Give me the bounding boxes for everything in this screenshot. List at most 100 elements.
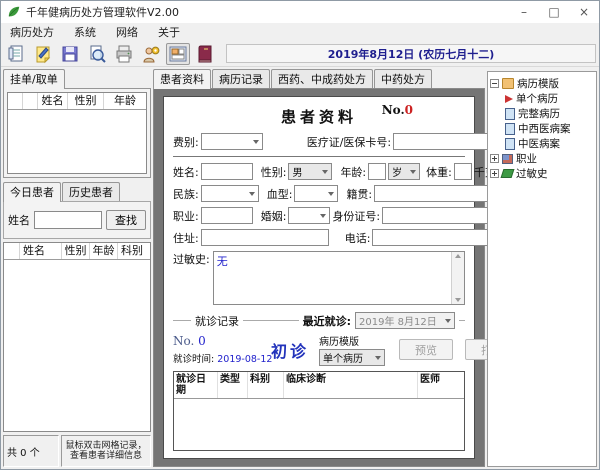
gender-label: 性别: xyxy=(261,164,287,180)
maximize-button[interactable]: □ xyxy=(539,1,569,23)
template-select[interactable]: 单个病历 xyxy=(319,349,385,366)
tree-item-allergy-history[interactable]: 过敏史 xyxy=(490,166,594,181)
tree-item-single-record[interactable]: 单个病历 xyxy=(490,91,594,106)
tree-item-tcm-case[interactable]: 中医病案 xyxy=(490,136,594,151)
minimize-button[interactable]: – xyxy=(509,1,539,23)
pending-col-name[interactable]: 姓名 xyxy=(38,93,68,109)
blood-label: 血型: xyxy=(267,186,293,202)
pen-icon xyxy=(501,169,515,178)
print-icon[interactable] xyxy=(112,43,136,65)
toolbar: 2019年8月12日 (农历七月十二) xyxy=(1,41,599,67)
allergy-textarea[interactable]: 无 xyxy=(213,251,465,305)
document-icon xyxy=(505,138,515,150)
pending-grid-body[interactable] xyxy=(8,110,146,173)
age-input[interactable] xyxy=(368,163,386,180)
pending-tabstrip: 挂单/取单 xyxy=(3,69,151,88)
center-panel: 患者资料 病历记录 西药、中成药处方 中药处方 患者资料 No.0 费别: 医疗… xyxy=(153,69,485,467)
allergy-value: 无 xyxy=(217,255,228,268)
visit-type-badge: 初诊 xyxy=(271,338,309,362)
ethnic-select[interactable] xyxy=(201,185,259,202)
scroll-down-icon[interactable] xyxy=(455,298,461,302)
marriage-select[interactable] xyxy=(288,207,330,224)
patient-tabstrip: 今日患者 历史患者 xyxy=(3,182,151,201)
titlebar: 千年健病历处方管理软件V2.00 – □ × xyxy=(1,1,599,23)
age-unit-select[interactable]: 岁 xyxy=(388,163,420,180)
visit-col-dept[interactable]: 科别 xyxy=(248,372,284,398)
user-settings-icon[interactable] xyxy=(139,43,163,65)
tab-patient-info[interactable]: 患者资料 xyxy=(153,69,211,89)
row-job-marriage-id: 职业: 婚姻: 身份证号: xyxy=(173,207,465,224)
today-col-gender[interactable]: 性别 xyxy=(62,243,90,259)
menu-medical-prescription[interactable]: 病历处方 xyxy=(10,24,54,40)
preview-icon[interactable] xyxy=(85,43,109,65)
visit-table-body[interactable] xyxy=(174,399,464,450)
today-col-name[interactable]: 姓名 xyxy=(20,243,62,259)
tab-today-patients[interactable]: 今日患者 xyxy=(3,182,61,202)
allergy-scrollbar[interactable] xyxy=(451,252,464,304)
recent-visit-label: 最近就诊: xyxy=(303,313,351,329)
visit-col-date[interactable]: 就诊日期 xyxy=(174,372,218,398)
tab-medical-records[interactable]: 病历记录 xyxy=(212,69,270,88)
tab-pending-orders[interactable]: 挂单/取单 xyxy=(3,69,65,89)
job-input[interactable] xyxy=(201,207,253,224)
patient-search-bar: 姓名 查找 xyxy=(3,201,151,239)
visit-info-block: No. 0 就诊时间: 2019-08-12 初诊 病历模版 单个病历 预览 打… xyxy=(173,333,465,366)
tree-item-template-root[interactable]: 病历模版 xyxy=(490,76,594,91)
tab-western-prescription[interactable]: 西药、中成药处方 xyxy=(271,69,373,88)
patient-count: 共 0 个 xyxy=(3,435,59,467)
pending-panel: 姓名 性别 年龄 xyxy=(3,88,151,178)
menu-system[interactable]: 系统 xyxy=(74,24,96,40)
scroll-up-icon[interactable] xyxy=(455,254,461,258)
row-fee-insurance: 费别: 医疗证/医保卡号: xyxy=(173,133,465,150)
today-grid-body[interactable] xyxy=(4,260,150,431)
book-icon[interactable] xyxy=(193,43,217,65)
tree-item-complete-record[interactable]: 完整病历 xyxy=(490,106,594,121)
search-name-input[interactable] xyxy=(34,211,102,229)
form-title: 患者资料 xyxy=(281,108,357,126)
menu-network[interactable]: 网络 xyxy=(116,24,138,40)
pending-col-gender[interactable]: 性别 xyxy=(68,93,104,109)
center-tabstrip: 患者资料 病历记录 西药、中成药处方 中药处方 xyxy=(153,69,485,88)
right-panel: 病历模版 单个病历 完整病历 中西医病案 xyxy=(487,69,597,467)
search-name-label: 姓名 xyxy=(8,212,30,228)
tree-item-integrated-case[interactable]: 中西医病案 xyxy=(490,121,594,136)
recent-visit-select[interactable]: 2019年 8月12日 xyxy=(355,312,455,329)
layout-panels-icon[interactable] xyxy=(166,43,190,65)
allergy-label: 过敏史: xyxy=(173,251,210,267)
search-button[interactable]: 查找 xyxy=(106,210,146,230)
gender-select[interactable]: 男 xyxy=(288,163,332,180)
form-title-row: 患者资料 No.0 xyxy=(173,102,465,133)
save-icon[interactable] xyxy=(58,43,82,65)
template-selector: 病历模版 单个病历 xyxy=(319,333,385,366)
visit-col-type[interactable]: 类型 xyxy=(218,372,248,398)
new-document-icon[interactable] xyxy=(4,43,28,65)
date-banner: 2019年8月12日 (农历七月十二) xyxy=(226,44,596,63)
visit-col-diagnosis[interactable]: 临床诊断 xyxy=(284,372,418,398)
preview-button[interactable]: 预览 xyxy=(399,339,453,360)
app-window: 千年健病历处方管理软件V2.00 – □ × 病历处方 系统 网络 关于 xyxy=(0,0,600,470)
tab-history-patients[interactable]: 历史患者 xyxy=(62,182,120,201)
weight-input[interactable] xyxy=(454,163,472,180)
tree-item-occupation[interactable]: 职业 xyxy=(490,151,594,166)
edit-note-icon[interactable] xyxy=(31,43,55,65)
expand-icon[interactable] xyxy=(490,154,499,163)
collapse-icon[interactable] xyxy=(490,79,499,88)
tab-chinese-prescription[interactable]: 中药处方 xyxy=(374,69,432,88)
pending-col-age[interactable]: 年龄 xyxy=(104,93,146,109)
address-input[interactable] xyxy=(201,229,329,246)
template-label: 病历模版 xyxy=(319,333,385,348)
visit-col-doctor[interactable]: 医师 xyxy=(418,372,464,398)
row-name-gender-age-weight: 姓名: 性别: 男 年龄: 岁 体重: 千克 xyxy=(173,163,465,180)
today-grid: 姓名 性别 年龄 科别 xyxy=(3,242,151,432)
blood-select[interactable] xyxy=(294,185,338,202)
fee-select[interactable] xyxy=(201,133,263,150)
expand-icon[interactable] xyxy=(490,169,499,178)
today-grid-header: 姓名 性别 年龄 科别 xyxy=(4,243,150,260)
close-button[interactable]: × xyxy=(569,1,599,23)
form-no: No.0 xyxy=(382,103,413,117)
menu-about[interactable]: 关于 xyxy=(158,24,180,40)
name-input[interactable] xyxy=(201,163,253,180)
today-col-dept[interactable]: 科别 xyxy=(118,243,150,259)
address-label: 住址: xyxy=(173,230,199,246)
today-col-age[interactable]: 年龄 xyxy=(90,243,118,259)
